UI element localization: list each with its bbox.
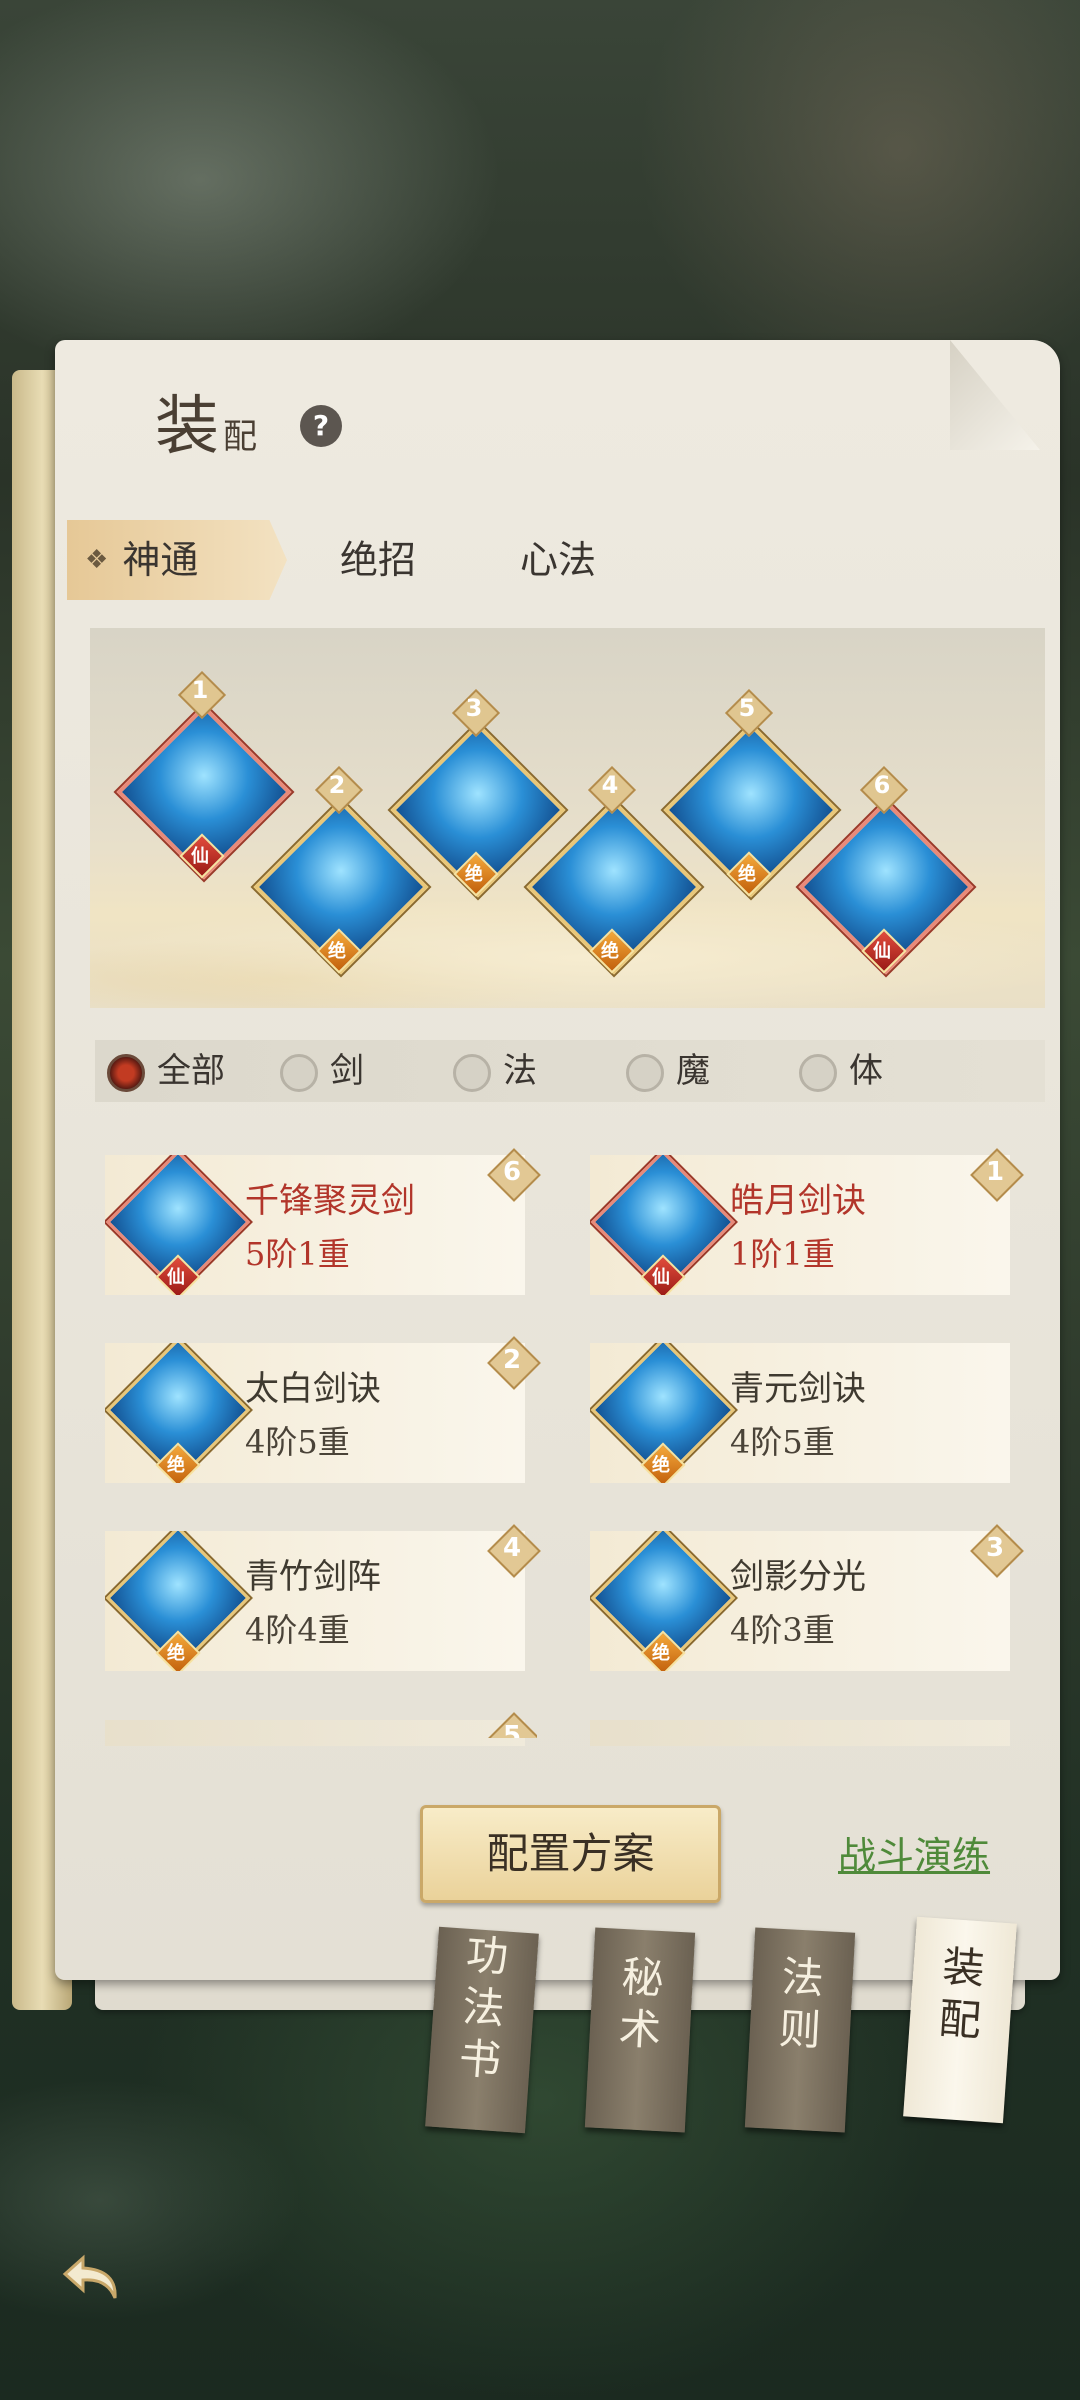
equip-slot-2[interactable]: 2 绝 <box>253 765 429 975</box>
skill-level: 4阶5重 <box>730 1423 835 1461</box>
jue-badge: 绝 <box>589 928 635 974</box>
xian-badge: 仙 <box>640 1254 686 1295</box>
slot-number: 5 <box>724 688 774 738</box>
xian-badge: 仙 <box>861 928 907 974</box>
tab-xinfa[interactable]: 心法 <box>520 520 596 600</box>
skill-level: 4阶5重 <box>245 1423 350 1461</box>
equip-slot-1[interactable]: 1 仙 <box>116 670 292 880</box>
skill-card[interactable]: 仙 千锋聚灵剑 5阶1重 <box>105 1155 525 1295</box>
tab-label: 神通 <box>122 538 199 582</box>
slot-number: 2 <box>314 765 364 815</box>
back-arrow-icon[interactable] <box>55 2240 135 2320</box>
skill-name: 剑影分光 <box>730 1557 866 1597</box>
radio-icon <box>107 1054 145 1092</box>
slot-number: 6 <box>859 765 909 815</box>
equipped-slot-badge: 6 <box>487 1148 541 1202</box>
radio-icon <box>799 1054 837 1092</box>
category-filter-bar: 全部 剑 法 魔 体 <box>95 1040 1045 1102</box>
slot-number: 1 <box>177 670 227 720</box>
page-corner-fold <box>950 340 1040 450</box>
skill-name: 千锋聚灵剑 <box>245 1181 415 1221</box>
equipped-slot-badge: 1 <box>970 1148 1024 1202</box>
skill-card[interactable]: 绝 太白剑诀 4阶5重 <box>105 1343 525 1483</box>
jue-badge: 绝 <box>453 851 499 897</box>
jue-badge: 绝 <box>640 1630 686 1671</box>
tab-diamond-icon: ❖ <box>85 545 109 575</box>
skill-name: 太白剑诀 <box>245 1369 381 1409</box>
radio-icon <box>626 1054 664 1092</box>
filter-mo[interactable]: 魔 <box>626 1048 710 1094</box>
equip-slot-4[interactable]: 4 绝 <box>526 765 702 975</box>
equipped-slots-banner: 1 仙 2 绝 3 绝 4 绝 5 绝 6 仙 <box>90 628 1045 1008</box>
slot-number: 4 <box>587 765 637 815</box>
xian-badge: 仙 <box>155 1254 201 1295</box>
book-tab-mishu[interactable]: 秘术 <box>584 1927 696 2133</box>
skill-card-partial[interactable] <box>105 1720 525 1746</box>
skill-card[interactable]: 绝 青元剑诀 4阶5重 <box>590 1343 1010 1483</box>
filter-sword[interactable]: 剑 <box>280 1048 364 1094</box>
skill-name: 青竹剑阵 <box>245 1557 381 1597</box>
jue-badge: 绝 <box>640 1442 686 1483</box>
skill-name: 青元剑诀 <box>730 1369 866 1409</box>
equipped-slot-badge: 4 <box>487 1524 541 1578</box>
skill-level: 1阶1重 <box>730 1235 835 1273</box>
radio-icon <box>453 1054 491 1092</box>
skill-card[interactable]: 仙 皓月剑诀 1阶1重 <box>590 1155 1010 1295</box>
jue-badge: 绝 <box>316 928 362 974</box>
skill-level: 5阶1重 <box>245 1235 350 1273</box>
book-tab-zhuangpei[interactable]: 装配 <box>903 1916 1017 2124</box>
book-tab-faze[interactable]: 法则 <box>744 1927 856 2133</box>
title-main: 装 <box>155 390 219 464</box>
equipped-slot-badge: 3 <box>970 1524 1024 1578</box>
jue-badge: 绝 <box>155 1442 201 1483</box>
book-tab-gongfashu[interactable]: 功法书 <box>425 1926 539 2134</box>
skill-level: 4阶4重 <box>245 1611 350 1649</box>
xian-badge: 仙 <box>179 833 225 879</box>
title-sub: 配 <box>223 417 257 457</box>
help-icon[interactable]: ? <box>300 405 342 447</box>
skill-card[interactable]: 绝 青竹剑阵 4阶4重 <box>105 1531 525 1671</box>
battle-practice-link[interactable]: 战斗演练 <box>838 1825 990 1880</box>
tab-shentong[interactable]: ❖ 神通 <box>67 520 287 600</box>
equipped-slot-badge: 2 <box>487 1336 541 1390</box>
equipped-slot-badge: 5 <box>487 1712 537 1738</box>
radio-icon <box>280 1054 318 1092</box>
equip-book-panel: 装配 ? ❖ 神通 绝招 心法 1 仙 2 绝 3 绝 4 绝 5 绝 6 仙 … <box>55 340 1060 1980</box>
tab-juezhao[interactable]: 绝招 <box>340 520 416 600</box>
jue-badge: 绝 <box>155 1630 201 1671</box>
jue-badge: 绝 <box>726 851 772 897</box>
skill-card[interactable]: 绝 剑影分光 4阶3重 <box>590 1531 1010 1671</box>
equip-slot-6[interactable]: 6 仙 <box>798 765 974 975</box>
filter-ti[interactable]: 体 <box>799 1048 883 1094</box>
config-plan-button[interactable]: 配置方案 <box>420 1805 721 1903</box>
page-title: 装配 <box>155 375 257 467</box>
filter-fa[interactable]: 法 <box>453 1048 537 1094</box>
skill-level: 4阶3重 <box>730 1611 835 1649</box>
skill-card-partial[interactable] <box>590 1720 1010 1746</box>
filter-all[interactable]: 全部 <box>107 1048 225 1094</box>
skill-name: 皓月剑诀 <box>730 1181 866 1221</box>
slot-number: 3 <box>451 688 501 738</box>
